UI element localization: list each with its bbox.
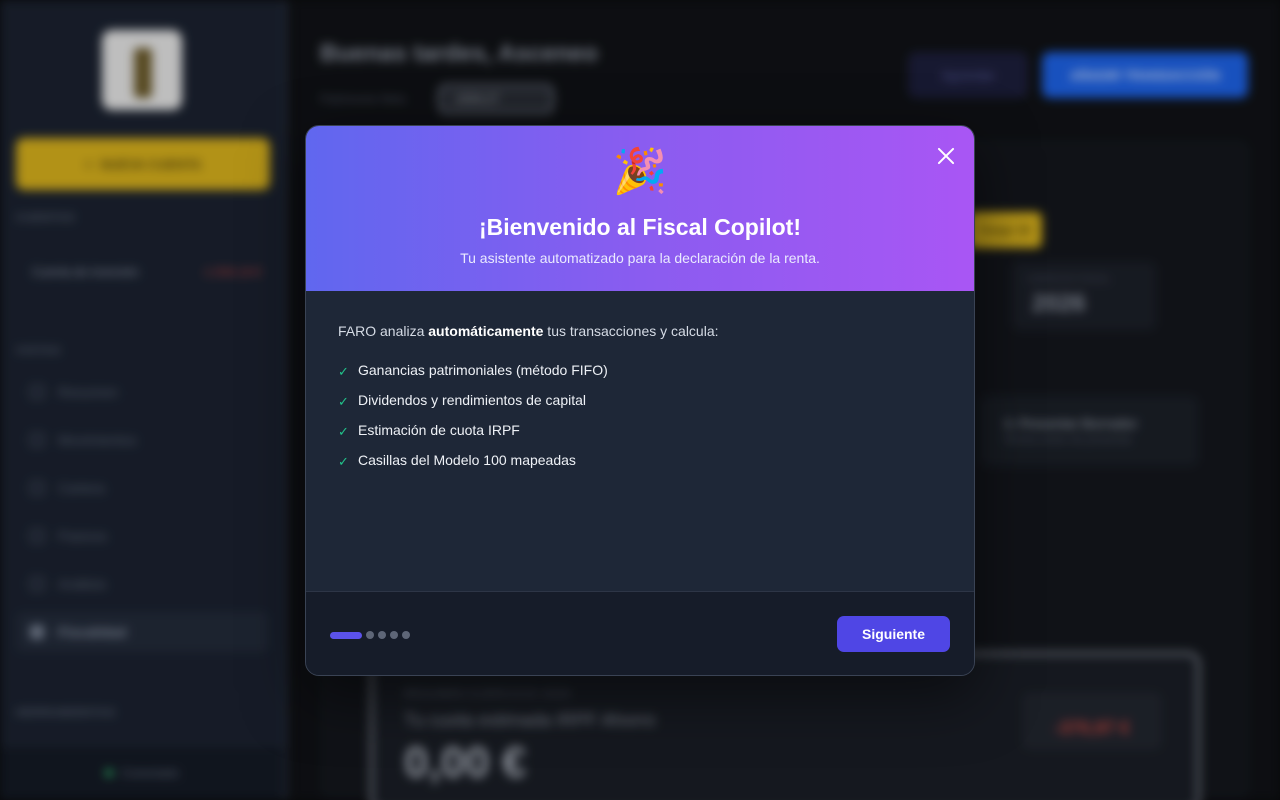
feature-label: Dividendos y rendimientos de capital: [358, 392, 587, 408]
feature-label: Ganancias patrimoniales (método FIFO): [358, 362, 608, 378]
check-icon: ✓: [338, 454, 349, 469]
step-indicator-dot[interactable]: [402, 631, 410, 639]
step-indicator-dot[interactable]: [378, 631, 386, 639]
close-icon[interactable]: [932, 142, 960, 170]
next-button[interactable]: Siguiente: [837, 616, 950, 652]
feature-list: ✓ Ganancias patrimoniales (método FIFO) ✓…: [338, 355, 608, 475]
step-indicator-dot[interactable]: [366, 631, 374, 639]
check-icon: ✓: [338, 364, 349, 379]
modal-subtitle: Tu asistente automatizado para la declar…: [460, 250, 820, 266]
list-item: ✓ Casillas del Modelo 100 mapeadas: [338, 445, 608, 475]
step-indicator-active: [330, 631, 362, 639]
list-item: ✓ Ganancias patrimoniales (método FIFO): [338, 355, 608, 385]
intro-prefix: FARO analiza: [338, 323, 429, 339]
modal-header: 🎉 ¡Bienvenido al Fiscal Copilot! Tu asis…: [306, 126, 974, 291]
list-item: ✓ Dividendos y rendimientos de capital: [338, 385, 608, 415]
intro-suffix: tus transacciones y calcula:: [543, 323, 719, 339]
party-popper-icon: 🎉: [612, 147, 668, 196]
welcome-modal: 🎉 ¡Bienvenido al Fiscal Copilot! Tu asis…: [305, 125, 975, 676]
step-indicator-dot[interactable]: [390, 631, 398, 639]
intro-text: FARO analiza automáticamente tus transac…: [338, 323, 719, 339]
modal-title: ¡Bienvenido al Fiscal Copilot!: [478, 214, 802, 240]
list-item: ✓ Estimación de cuota IRPF: [338, 415, 608, 445]
check-icon: ✓: [338, 424, 349, 439]
intro-bold: automáticamente: [428, 323, 544, 339]
step-indicator: [330, 631, 410, 639]
modal-body: FARO analiza automáticamente tus transac…: [306, 291, 974, 591]
feature-label: Casillas del Modelo 100 mapeadas: [358, 452, 576, 468]
feature-label: Estimación de cuota IRPF: [358, 422, 520, 438]
check-icon: ✓: [338, 394, 349, 409]
modal-footer: Siguiente: [306, 591, 974, 675]
